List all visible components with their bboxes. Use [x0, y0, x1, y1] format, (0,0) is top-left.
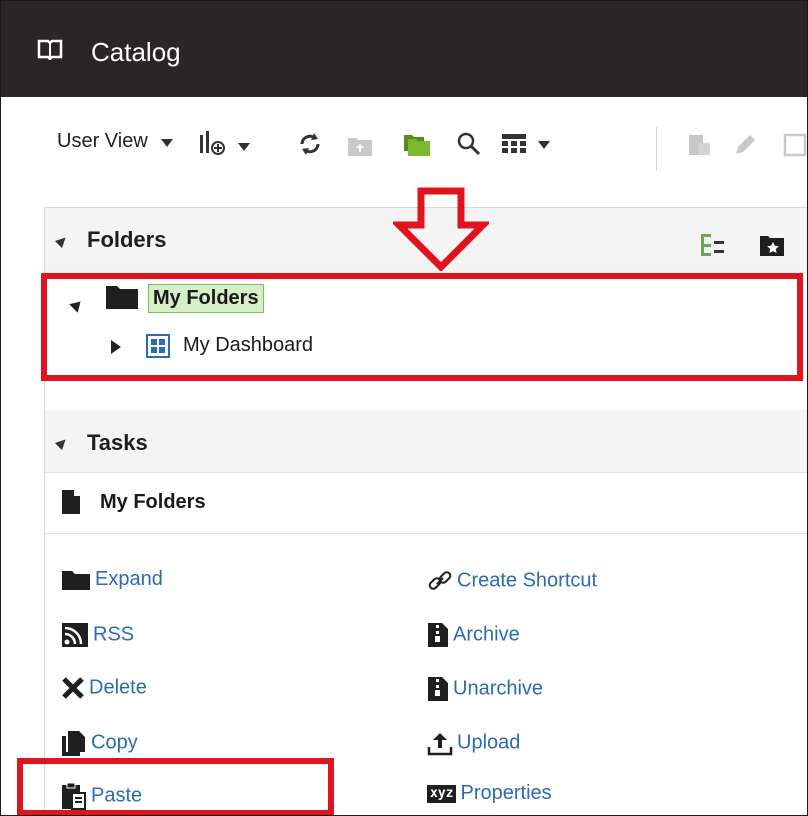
folder-icon [62, 570, 90, 590]
favorite-folder-icon[interactable] [759, 232, 787, 258]
collapsed-triangle-icon[interactable] [111, 340, 121, 354]
new-menu-button[interactable] [199, 131, 251, 161]
user-view-label: User View [57, 130, 148, 152]
cut-button[interactable] [687, 133, 713, 161]
document-icon [62, 490, 80, 514]
chevron-down-icon [538, 141, 551, 149]
title-bar: Catalog [1, 1, 807, 97]
tree-label-my-dashboard: My Dashboard [183, 334, 314, 356]
close-icon [62, 677, 84, 699]
page-title: Catalog [91, 37, 181, 67]
copy-icon [62, 731, 85, 756]
tree-row-my-folders[interactable]: My Folders [45, 274, 807, 324]
rss-icon [62, 623, 88, 647]
user-view-dropdown[interactable]: User View [57, 130, 173, 153]
task-copy[interactable]: Copy [61, 730, 138, 756]
book-icon [37, 39, 63, 60]
task-expand[interactable]: Expand [61, 568, 163, 591]
expanded-triangle-icon[interactable] [69, 297, 85, 313]
folder-up-button[interactable] [347, 133, 373, 161]
refresh-icon [300, 133, 320, 155]
toolbar-divider [656, 127, 657, 171]
task-create-shortcut[interactable]: Create Shortcut [427, 568, 597, 594]
collapse-triangle-icon [54, 435, 70, 451]
tasks-list: Expand RSS Delete Copy Paste Create Shor… [45, 534, 807, 815]
more-button[interactable] [783, 133, 807, 161]
green-folder-icon [404, 135, 430, 156]
paste-icon [62, 782, 86, 810]
task-unarchive[interactable]: Unarchive [427, 676, 543, 702]
pencil-icon [736, 135, 755, 154]
search-icon [457, 132, 481, 156]
task-upload[interactable]: Upload [427, 730, 520, 756]
red-down-arrow-icon [393, 187, 489, 271]
properties-icon: xyz [427, 784, 457, 803]
dashboard-icon [146, 334, 170, 358]
edit-button[interactable] [733, 133, 757, 161]
folder-tree: My Folders My Dashboard [45, 274, 807, 410]
link-icon [428, 571, 452, 590]
task-rss[interactable]: RSS [61, 622, 134, 648]
tasks-context-label: My Folders [100, 491, 206, 513]
table-view-icon [502, 134, 526, 153]
new-chart-icon [200, 131, 225, 155]
folder-icon [106, 286, 138, 309]
task-delete[interactable]: Delete [61, 676, 147, 700]
tree-view-icon[interactable] [699, 232, 727, 258]
folder-up-icon [348, 138, 372, 156]
chevron-down-icon [238, 143, 251, 151]
refresh-button[interactable] [297, 131, 323, 161]
tasks-section-header[interactable]: Tasks [45, 412, 807, 472]
new-folder-button[interactable] [403, 131, 431, 161]
task-paste[interactable]: Paste [61, 782, 142, 810]
document-icon [783, 133, 807, 157]
search-button[interactable] [456, 131, 482, 161]
task-archive[interactable]: Archive [427, 622, 520, 648]
cut-icon [689, 135, 710, 155]
archive-icon [428, 623, 448, 647]
catalog-side-panel: Folders My Folders My Dashboard Tasks My… [44, 207, 807, 815]
upload-icon [427, 733, 453, 756]
task-properties[interactable]: xyz Properties [427, 782, 552, 805]
catalog-window: Catalog User View Folders My Folders My … [0, 0, 808, 816]
tree-row-my-dashboard[interactable]: My Dashboard [45, 324, 807, 374]
collapse-triangle-icon [54, 233, 70, 249]
tree-label-my-folders: My Folders [148, 284, 264, 313]
tasks-context: My Folders [45, 472, 807, 534]
folders-heading: Folders [87, 227, 167, 252]
view-menu-button[interactable] [501, 133, 551, 159]
tasks-heading: Tasks [87, 430, 148, 455]
chevron-down-icon [160, 138, 173, 147]
unarchive-icon [428, 677, 448, 701]
